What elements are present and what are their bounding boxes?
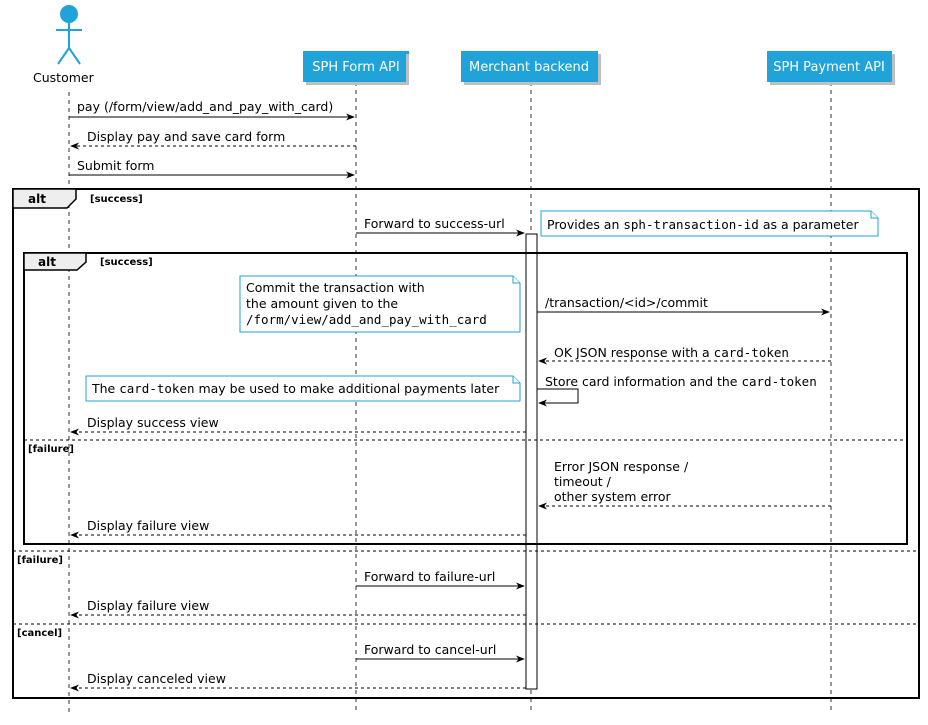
note-card-token-code: card-token xyxy=(119,381,194,396)
message-forward-success-label: Forward to success-url xyxy=(364,216,505,231)
note-transaction-id-post: as a parameter xyxy=(759,217,860,232)
note-card-token-text: The card-token may be used to make addit… xyxy=(91,381,500,396)
message-display-failure-inner-label: Display failure view xyxy=(87,518,209,533)
message-display-success-label: Display success view xyxy=(87,415,219,430)
message-error-line3: other system error xyxy=(554,489,672,504)
note-commit: Commit the transaction with the amount g… xyxy=(239,275,521,333)
message-ok-response-code: card-token xyxy=(714,345,789,360)
message-store-card-label: Store card information and the card-toke… xyxy=(545,374,817,389)
note-card-token-pre: The xyxy=(91,381,119,396)
note-card-token: The card-token may be used to make addit… xyxy=(85,375,521,402)
merchant-activation-bar xyxy=(525,233,538,690)
outer-cancel-condition: [cancel] xyxy=(17,628,62,639)
message-display-failure-outer-label: Display failure view xyxy=(87,598,209,613)
note-transaction-id-text: Provides an sph-transaction-id as a para… xyxy=(547,217,859,232)
outer-failure-condition: [failure] xyxy=(17,555,63,566)
message-commit-label: /transaction/<id>/commit xyxy=(545,295,708,310)
sequence-diagram: Customer SPH Form API Merchant backend S… xyxy=(12,5,920,712)
message-store-card-pre: Store card information and the xyxy=(545,374,741,389)
message-ok-response-pre: OK JSON response with a xyxy=(554,345,714,360)
note-card-token-post: may be used to make additional payments … xyxy=(195,381,501,396)
message-forward-cancel-label: Forward to cancel-url xyxy=(364,642,496,657)
inner-failure-condition: [failure] xyxy=(28,444,74,455)
customer-label: Customer xyxy=(33,70,95,85)
participant-payment-api: SPH Payment API xyxy=(767,51,895,85)
message-display-canceled-label: Display canceled view xyxy=(87,671,226,686)
message-forward-failure-label: Forward to failure-url xyxy=(364,569,495,584)
note-transaction-id: Provides an sph-transaction-id as a para… xyxy=(540,210,879,237)
inner-alt-keyword: alt xyxy=(38,255,56,269)
note-transaction-id-code: sph-transaction-id xyxy=(623,217,758,232)
message-pay-label: pay (/form/view/add_and_pay_with_card) xyxy=(77,99,333,114)
payment-api-label: SPH Payment API xyxy=(773,60,885,75)
note-commit-line2: the amount given to the xyxy=(246,296,398,311)
message-store-card-code: card-token xyxy=(741,374,816,389)
message-error-line1: Error JSON response / xyxy=(554,459,689,474)
customer-actor-icon xyxy=(56,5,82,65)
inner-alt-condition: [success] xyxy=(100,257,153,268)
note-commit-line3: /form/view/add_and_pay_with_card xyxy=(246,312,487,327)
participant-form-api: SPH Form API xyxy=(303,51,409,85)
outer-alt-keyword: alt xyxy=(28,192,46,206)
merchant-label: Merchant backend xyxy=(469,60,589,75)
outer-alt-condition: [success] xyxy=(90,194,143,205)
message-submit-label: Submit form xyxy=(77,158,154,173)
participant-merchant: Merchant backend xyxy=(461,51,601,85)
note-transaction-id-pre: Provides an xyxy=(547,217,623,232)
form-api-label: SPH Form API xyxy=(312,60,399,75)
message-error-line2: timeout / xyxy=(554,474,612,489)
message-ok-response-label: OK JSON response with a card-token xyxy=(554,345,789,360)
message-display-form-label: Display pay and save card form xyxy=(87,129,285,144)
note-commit-line1: Commit the transaction with xyxy=(246,280,425,295)
message-store-card xyxy=(537,388,579,407)
